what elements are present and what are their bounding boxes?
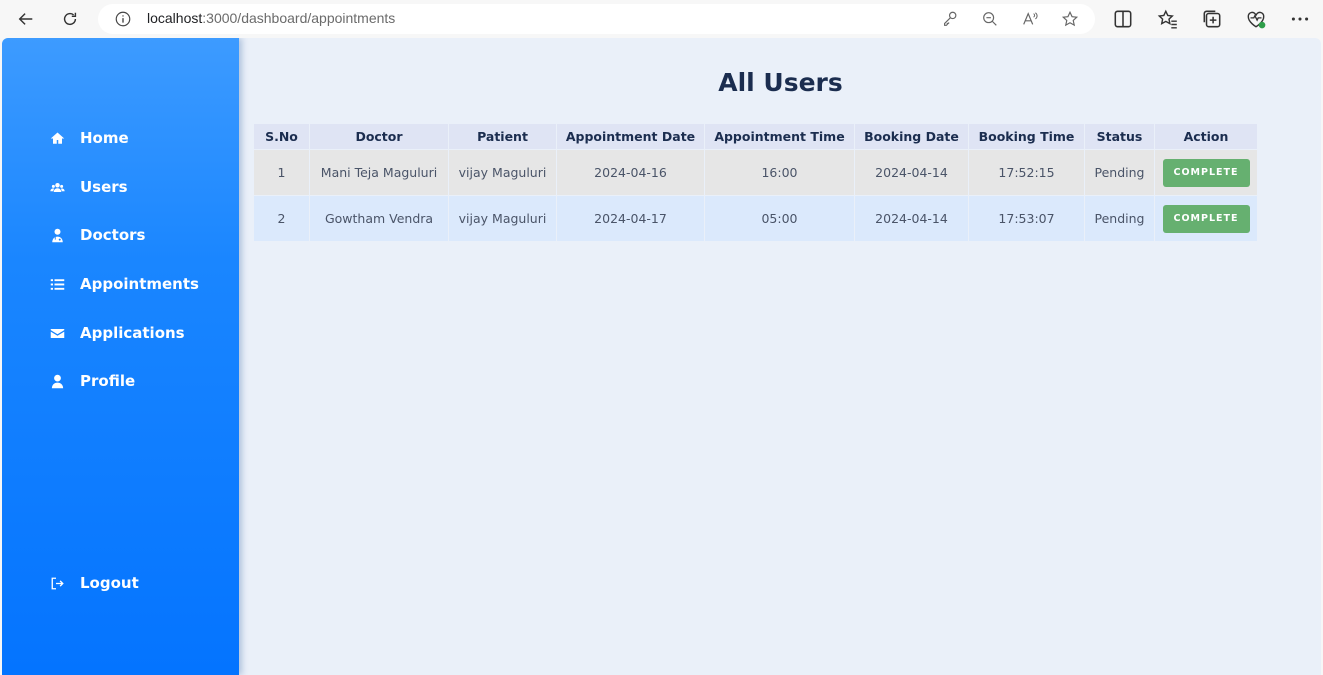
- more-options-icon[interactable]: [1289, 8, 1311, 30]
- column-header-sno: S.No: [253, 123, 310, 150]
- cell-sno: 1: [253, 149, 310, 196]
- column-header-patient: Patient: [448, 123, 557, 150]
- cell-status: Pending: [1084, 149, 1155, 196]
- cell-doctor: Gowtham Vendra: [309, 195, 449, 242]
- back-button[interactable]: [12, 5, 40, 33]
- home-icon: [48, 129, 66, 147]
- column-header-appointment-time: Appointment Time: [704, 123, 855, 150]
- collections-icon[interactable]: [1201, 8, 1223, 30]
- cell-appointment-date: 2024-04-16: [556, 149, 705, 196]
- cell-sno: 2: [253, 195, 310, 242]
- sidebar: Home Users Doctors Appointments Applicat…: [2, 38, 239, 675]
- cell-appointment-time: 16:00: [704, 149, 855, 196]
- sidebar-item-appointments[interactable]: Appointments: [48, 271, 199, 297]
- complete-button[interactable]: COMPLETE: [1162, 158, 1250, 187]
- table-row: 2 Gowtham Vendra vijay Maguluri 2024-04-…: [253, 195, 1258, 242]
- sidebar-item-home[interactable]: Home: [48, 125, 129, 151]
- list-icon: [48, 275, 66, 293]
- cell-appointment-date: 2024-04-17: [556, 195, 705, 242]
- key-icon[interactable]: [941, 10, 959, 28]
- info-icon[interactable]: [114, 10, 132, 28]
- reload-icon: [63, 12, 77, 26]
- cell-booking-date: 2024-04-14: [854, 195, 969, 242]
- sidebar-item-logout[interactable]: Logout: [48, 570, 139, 596]
- url-path: :3000/dashboard/appointments: [202, 10, 396, 26]
- split-screen-icon[interactable]: [1112, 8, 1134, 30]
- doctor-icon: [48, 226, 66, 244]
- sidebar-item-label: Doctors: [80, 226, 146, 244]
- users-icon: [48, 178, 66, 196]
- cell-doctor: Mani Teja Maguluri: [309, 149, 449, 196]
- sidebar-item-label: Applications: [80, 324, 185, 342]
- cell-booking-time: 17:53:07: [968, 195, 1085, 242]
- envelope-icon: [48, 324, 66, 342]
- cell-appointment-time: 05:00: [704, 195, 855, 242]
- sidebar-item-doctors[interactable]: Doctors: [48, 222, 145, 248]
- zoom-out-icon[interactable]: [981, 10, 999, 28]
- sidebar-item-label: Profile: [80, 372, 136, 390]
- appointments-table: S.No Doctor Patient Appointment Date App…: [253, 123, 1258, 242]
- sidebar-item-label: Home: [80, 129, 129, 147]
- sidebar-item-applications[interactable]: Applications: [48, 320, 185, 346]
- column-header-action: Action: [1154, 123, 1258, 150]
- complete-button[interactable]: COMPLETE: [1162, 204, 1250, 233]
- url-host: localhost: [147, 10, 203, 26]
- sidebar-item-profile[interactable]: Profile: [48, 368, 135, 394]
- cell-patient: vijay Maguluri: [448, 149, 557, 196]
- cell-action: COMPLETE: [1154, 195, 1258, 242]
- url-text: localhost:3000/dashboard/appointments: [147, 10, 395, 26]
- cell-patient: vijay Maguluri: [448, 195, 557, 242]
- logout-icon: [48, 574, 66, 592]
- table-header-row: S.No Doctor Patient Appointment Date App…: [253, 123, 1258, 150]
- column-header-booking-date: Booking Date: [854, 123, 969, 150]
- browser-essentials-icon[interactable]: [1245, 8, 1267, 30]
- sidebar-item-users[interactable]: Users: [48, 174, 128, 200]
- page-title: All Users: [718, 68, 843, 97]
- table-row: 1 Mani Teja Maguluri vijay Maguluri 2024…: [253, 149, 1258, 196]
- cell-status: Pending: [1084, 195, 1155, 242]
- column-header-appointment-date: Appointment Date: [556, 123, 705, 150]
- cell-action: COMPLETE: [1154, 149, 1258, 196]
- back-arrow-icon: [18, 13, 33, 25]
- sidebar-item-label: Users: [80, 178, 128, 196]
- column-header-status: Status: [1084, 123, 1155, 150]
- browser-toolbar: localhost:3000/dashboard/appointments: [0, 0, 1323, 38]
- reload-button[interactable]: [56, 5, 84, 33]
- user-icon: [48, 372, 66, 390]
- column-header-booking-time: Booking Time: [968, 123, 1085, 150]
- sidebar-item-label: Appointments: [80, 275, 199, 293]
- app-window: Home Users Doctors Appointments Applicat…: [2, 38, 1321, 675]
- favorites-icon[interactable]: [1157, 8, 1179, 30]
- cell-booking-time: 17:52:15: [968, 149, 1085, 196]
- column-header-doctor: Doctor: [309, 123, 449, 150]
- read-aloud-icon[interactable]: [1021, 10, 1039, 28]
- favorite-star-icon[interactable]: [1061, 10, 1079, 28]
- address-bar[interactable]: localhost:3000/dashboard/appointments: [98, 4, 1095, 34]
- cell-booking-date: 2024-04-14: [854, 149, 969, 196]
- sidebar-item-label: Logout: [80, 574, 139, 592]
